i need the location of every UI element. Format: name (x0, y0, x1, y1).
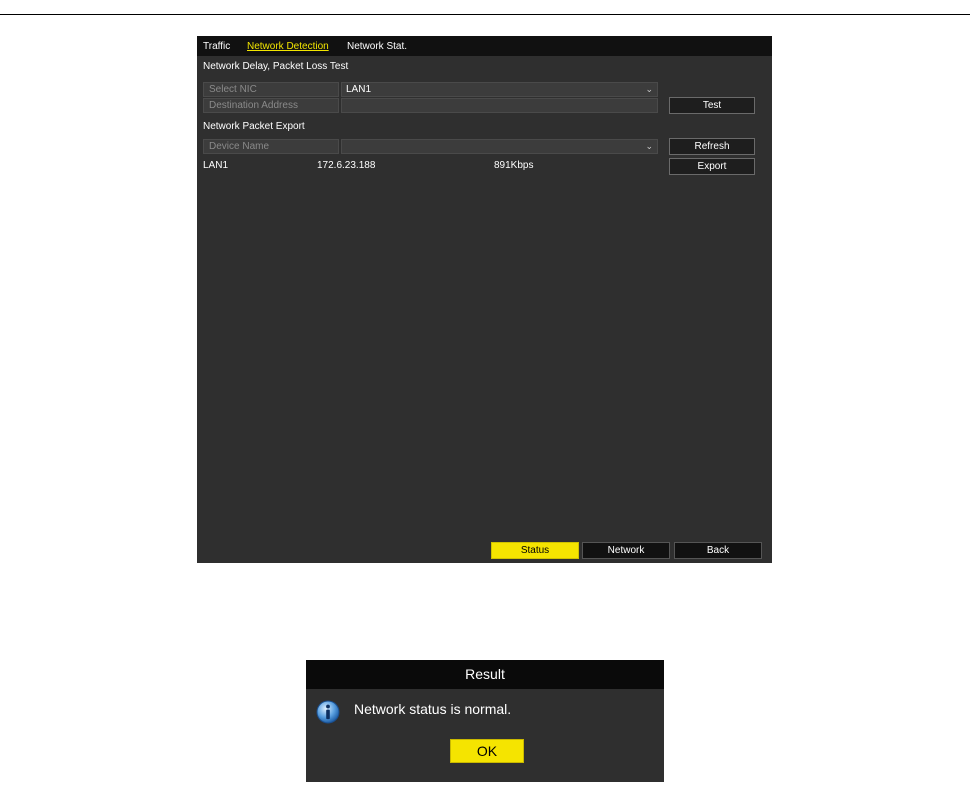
device-name-row: Device Name ⌄ (203, 139, 658, 154)
nic-name[interactable]: LAN1 (203, 160, 228, 171)
delay-section-title: Network Delay, Packet Loss Test (203, 61, 349, 72)
network-button[interactable]: Network (582, 542, 670, 559)
back-button[interactable]: Back (674, 542, 762, 559)
tab-traffic[interactable]: Traffic (203, 41, 230, 53)
select-nic-dropdown[interactable]: LAN1 ⌄ (341, 82, 658, 97)
tab-bar: Traffic Network Detection Network Stat. (197, 36, 772, 56)
status-button[interactable]: Status (491, 542, 579, 559)
nic-ip[interactable]: 172.6.23.188 (317, 160, 375, 171)
network-detection-panel: Traffic Network Detection Network Stat. … (197, 36, 772, 563)
export-section-title: Network Packet Export (203, 121, 305, 132)
tab-network-stat[interactable]: Network Stat. (347, 41, 407, 53)
destination-address-label: Destination Address (203, 98, 339, 113)
device-name-dropdown[interactable]: ⌄ (341, 139, 658, 154)
device-name-label: Device Name (203, 139, 339, 154)
chevron-down-icon: ⌄ (645, 84, 653, 94)
destination-row: Destination Address (203, 98, 658, 113)
dialog-message: Network status is normal. (354, 701, 512, 717)
result-dialog: Result Network status is normal. OK (306, 660, 664, 782)
tab-network-detection[interactable]: Network Detection (247, 41, 329, 53)
nic-rate[interactable]: 891Kbps (494, 160, 533, 171)
select-nic-label: Select NIC (203, 82, 339, 97)
chevron-down-icon: ⌄ (645, 141, 653, 151)
select-nic-row: Select NIC LAN1 ⌄ (203, 82, 658, 97)
test-button[interactable]: Test (669, 97, 755, 114)
info-icon (316, 700, 340, 724)
select-nic-value: LAN1 (346, 84, 372, 95)
destination-address-input[interactable] (341, 98, 658, 113)
export-button[interactable]: Export (669, 158, 755, 175)
dialog-title: Result (306, 660, 664, 689)
refresh-button[interactable]: Refresh (669, 138, 755, 155)
ok-button[interactable]: OK (450, 739, 524, 763)
top-rule (0, 14, 970, 15)
